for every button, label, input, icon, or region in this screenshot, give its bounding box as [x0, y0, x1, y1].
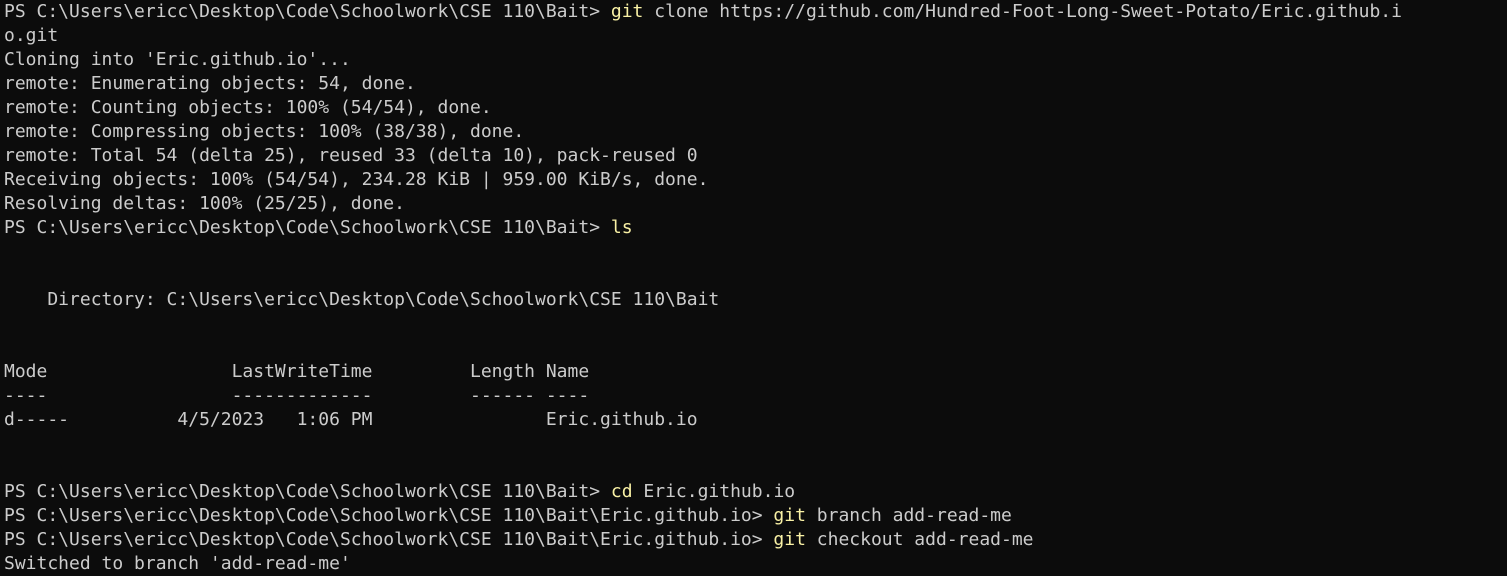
terminal-line: Cloning into 'Eric.github.io'... [4, 49, 351, 70]
listing-column-headers: Mode LastWriteTime Length Name [4, 361, 590, 382]
terminal-line: o.git [4, 25, 59, 46]
terminal-line-prompt: PS C:\Users\ericc\Desktop\Code\Schoolwor… [4, 480, 1507, 504]
command-keyword: cd [610, 481, 633, 502]
terminal-line-prompt: PS C:\Users\ericc\Desktop\Code\Schoolwor… [4, 504, 1507, 528]
terminal-line: remote: Enumerating objects: 54, done. [4, 73, 416, 94]
directory-header: Directory: C:\Users\ericc\Desktop\Code\S… [4, 289, 720, 310]
prompt-text: PS C:\Users\ericc\Desktop\Code\Schoolwor… [4, 217, 611, 238]
listing-row: d----- 4/5/2023 1:06 PM Eric.github.io [4, 409, 698, 430]
terminal-line: Receiving objects: 100% (54/54), 234.28 … [4, 169, 709, 190]
terminal-line: Resolving deltas: 100% (25/25), done. [4, 193, 405, 214]
terminal-line-prompt: PS C:\Users\ericc\Desktop\Code\Schoolwor… [4, 0, 1507, 24]
terminal-line: remote: Counting objects: 100% (54/54), … [4, 97, 492, 118]
command-keyword: git [610, 1, 644, 22]
prompt-text: PS C:\Users\ericc\Desktop\Code\Schoolwor… [4, 481, 611, 502]
prompt-text: PS C:\Users\ericc\Desktop\Code\Schoolwor… [4, 529, 774, 550]
command-args: Eric.github.io [632, 481, 796, 502]
terminal-line: Switched to branch 'add-read-me' [4, 553, 351, 574]
terminal-line: remote: Compressing objects: 100% (38/38… [4, 121, 525, 142]
command-keyword: git [773, 505, 806, 526]
terminal-line-prompt: PS C:\Users\ericc\Desktop\Code\Schoolwor… [4, 216, 1507, 240]
prompt-text: PS C:\Users\ericc\Desktop\Code\Schoolwor… [4, 1, 611, 22]
command-keyword: git [773, 529, 806, 550]
command-args: clone https://github.com/Hundred-Foot-Lo… [643, 1, 1402, 22]
command-keyword: ls [610, 217, 633, 238]
terminal-output[interactable]: PS C:\Users\ericc\Desktop\Code\Schoolwor… [0, 0, 1507, 574]
terminal-line-prompt: PS C:\Users\ericc\Desktop\Code\Schoolwor… [4, 528, 1507, 552]
terminal-line: remote: Total 54 (delta 25), reused 33 (… [4, 145, 698, 166]
command-args: branch add-read-me [805, 505, 1012, 526]
prompt-text: PS C:\Users\ericc\Desktop\Code\Schoolwor… [4, 505, 774, 526]
command-args: checkout add-read-me [805, 529, 1034, 550]
listing-column-underline: ---- ------------- ------ ---- [4, 385, 590, 406]
